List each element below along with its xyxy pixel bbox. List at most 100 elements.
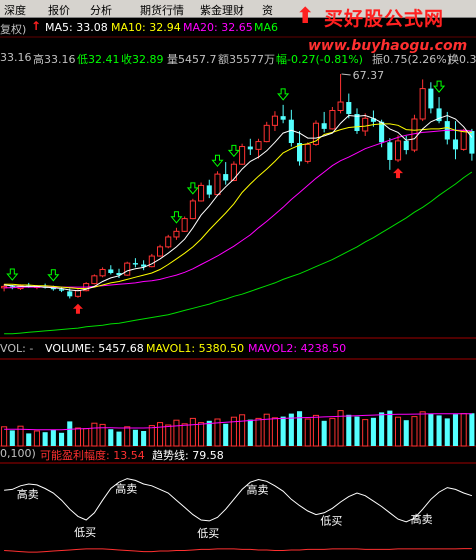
candle-body-up: [214, 173, 221, 196]
volume-bar-up: [255, 417, 262, 447]
volume-bar-up: [189, 417, 196, 447]
volume-bar-up: [83, 428, 90, 447]
sell-arrow-icon: [47, 269, 60, 282]
candle-body-down: [387, 142, 393, 160]
volume-bar-down: [379, 412, 385, 446]
candle-body-up: [337, 101, 344, 112]
volume-bar-up: [124, 426, 131, 447]
sell-arrow-icon: [170, 211, 183, 224]
candle-body-up: [124, 262, 131, 276]
candle-body-down: [321, 123, 327, 129]
volume-bar-up: [329, 417, 336, 447]
candle-body-down: [452, 139, 459, 150]
volume-bar-up: [91, 422, 98, 447]
candle-body-up: [198, 184, 205, 202]
volume-bar-down: [436, 415, 442, 446]
candle-body-down: [280, 116, 286, 120]
volume-bar-down: [321, 420, 327, 446]
buy-signal-label: 低买: [320, 514, 342, 527]
ma10-label: MA10: 32.94: [111, 21, 181, 34]
candle-body-up: [304, 143, 311, 162]
candle-body-down: [108, 269, 114, 274]
candle-body-down: [379, 121, 385, 143]
volume-bar-down: [354, 416, 360, 446]
low-value: 低32.41: [77, 53, 120, 66]
candle-body-up: [419, 88, 426, 120]
volume-bar-up: [165, 424, 172, 447]
candle-body-up: [230, 163, 237, 181]
ind-profit: 可能盈利幅度: 13.54: [40, 449, 145, 462]
volume-bar-up: [362, 419, 369, 447]
volume-bar-up: [156, 422, 164, 447]
candle-body-up: [165, 236, 172, 248]
volume-bar-up: [419, 411, 426, 447]
candle-body-down: [223, 174, 229, 181]
volume-series: [1, 410, 475, 447]
close-value: 收32.89: [121, 53, 164, 66]
sell-arrow-icon: [6, 268, 19, 281]
ind-trend: 趋势线: 79.58: [152, 449, 224, 462]
volume-bar-down: [26, 433, 32, 446]
candle-body-down: [59, 289, 65, 291]
candle-body-up: [239, 146, 246, 165]
sell-arrow-icon: [227, 144, 240, 158]
ma5-line: [4, 114, 473, 292]
ma20-line: [4, 129, 472, 289]
watermark-url: www.buyhaogu.com: [308, 38, 468, 54]
volume-bar-down: [403, 420, 409, 446]
volume-bar-down: [370, 417, 376, 446]
candle-body-down: [346, 102, 352, 115]
sell-signal-label: 高卖: [411, 512, 433, 526]
candle-body-down: [428, 88, 434, 109]
ma20-label: MA20: 32.65: [183, 21, 253, 34]
candle-body-up: [460, 130, 467, 150]
indicator-legend: 0,100) 可能盈利幅度: 13.54 趋势线: 79.58: [0, 447, 476, 463]
stock-chart-window: 深度 报价 分析 期货行情 紫金理财 资 67.37 高卖 低买 高卖 低买 高卖 低买高…: [0, 0, 476, 560]
candle-body-up: [255, 141, 262, 150]
sell-arrow-icon: [186, 182, 199, 195]
sell-signal-label: 高卖: [17, 487, 39, 501]
vol-mavol1: MAVOL1: 5380.50: [146, 342, 245, 355]
volume-bar-up: [304, 418, 311, 447]
ma60-label: MA6: [254, 21, 279, 34]
volume-bar-down: [387, 410, 393, 446]
buy-arrow-icon: [393, 168, 404, 179]
moving-average-lines: [4, 114, 473, 335]
candle-body-up: [329, 110, 336, 130]
volume-bar-down: [67, 421, 73, 446]
volume-bar-up: [239, 414, 246, 447]
vol-mavol2: MAVOL2: 4238.50: [248, 342, 347, 355]
candle-body-down: [132, 263, 138, 265]
volume-bar-up: [181, 423, 188, 447]
volume-bar-up: [148, 425, 155, 447]
main-chart-canvas: 67.37 高卖低买高卖低买高卖低买 高卖: [0, 36, 476, 553]
candle-body-down: [206, 185, 212, 195]
open-value: 33.16: [0, 51, 32, 64]
candlestick-series: [1, 73, 475, 299]
buy-arrow-icon: [72, 303, 83, 314]
volume-bar-down: [132, 429, 138, 446]
ind-params: 0,100): [0, 447, 36, 460]
volume-bar-down: [108, 429, 114, 446]
signal-markers: 67.37: [6, 69, 446, 314]
candle-body-up: [91, 275, 98, 285]
candle-body-up: [394, 140, 402, 161]
up-arrow-icon: ↑: [31, 19, 42, 33]
volume-bar-up: [271, 417, 278, 447]
vol-title: VOL: -: [0, 342, 34, 355]
volume-bar-up: [460, 413, 467, 447]
candle-body-up: [173, 230, 180, 238]
trend-line: [4, 478, 473, 523]
volume-bar-down: [50, 429, 56, 446]
candle-body-down: [247, 146, 253, 150]
volume-bar-down: [116, 431, 122, 446]
site-watermark: ⬆ 买好股公式网 www.buyhaogu.com: [296, 4, 474, 62]
volume-bar-up: [394, 416, 402, 447]
volume-bar-down: [280, 416, 286, 446]
candle-body-up: [362, 117, 369, 132]
sell-arrow-icon: [277, 88, 290, 101]
buy-signal-label: 低买: [197, 527, 219, 540]
volume-value: 量5457.7: [167, 53, 217, 66]
candle-body-down: [403, 140, 409, 151]
candle-body-up: [189, 200, 196, 220]
